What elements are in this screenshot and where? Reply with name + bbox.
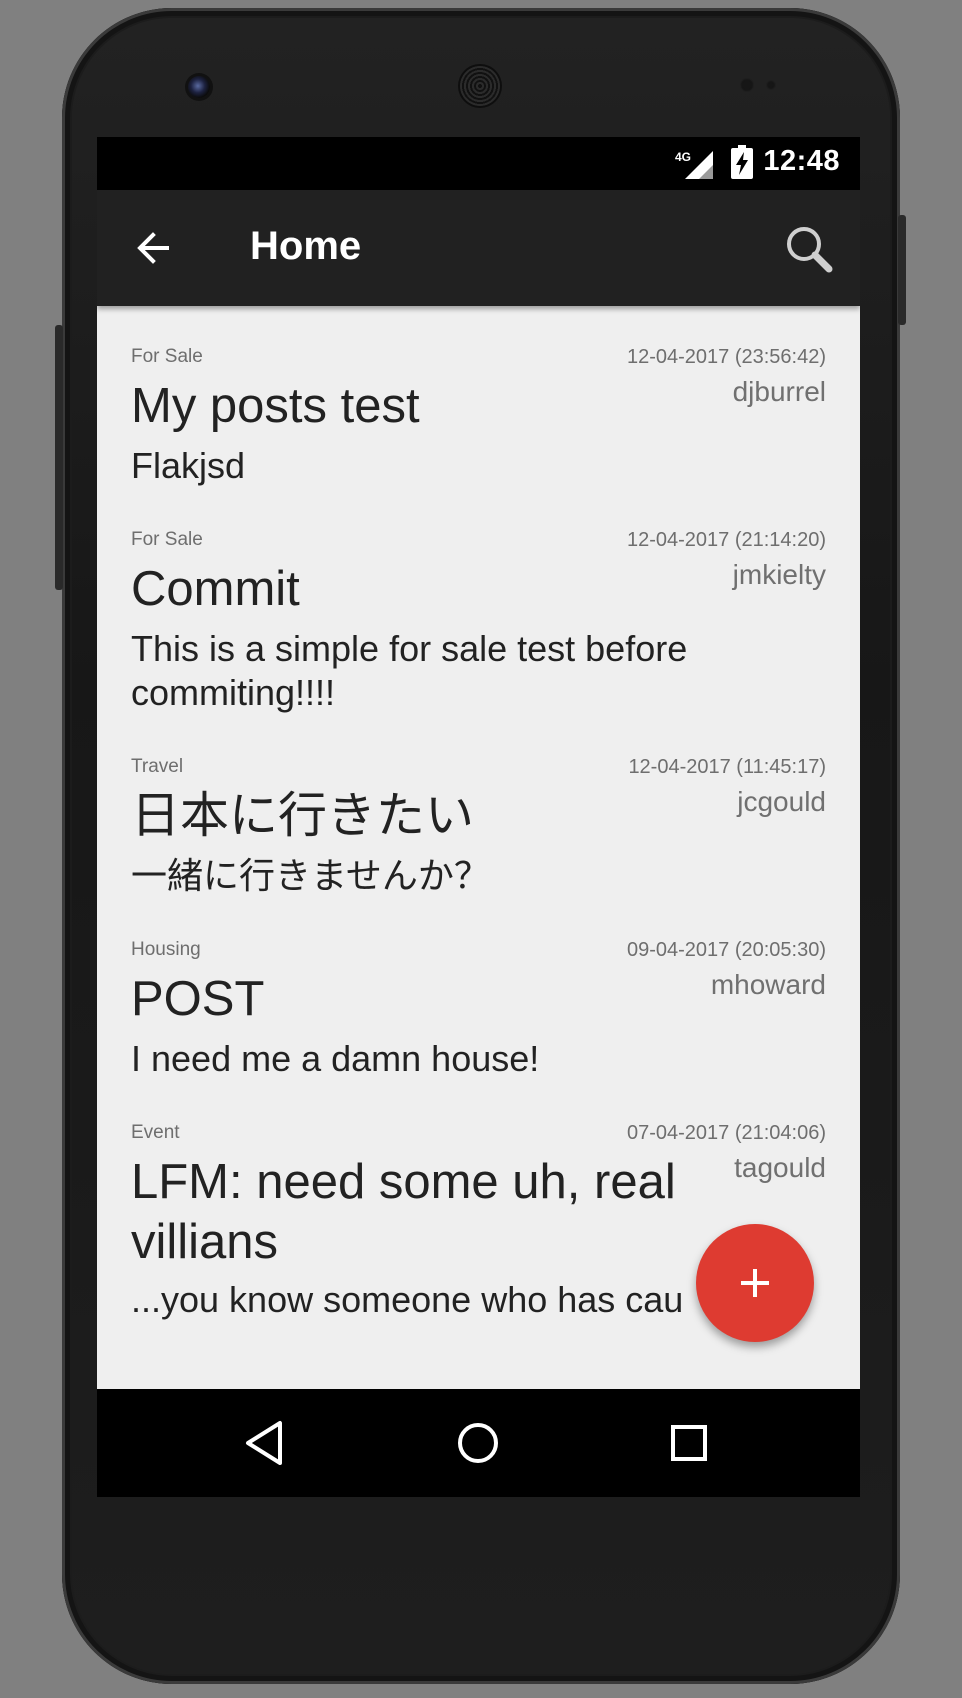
status-bar: 4G 12:48	[97, 137, 860, 190]
post-category: Housing	[131, 939, 201, 960]
phone-side-button	[55, 325, 63, 590]
front-camera	[188, 76, 210, 98]
list-item[interactable]: Housing 09-04-2017 (20:05:30) mhoward PO…	[131, 939, 826, 1109]
nav-back-icon[interactable]	[240, 1417, 292, 1469]
search-icon[interactable]	[784, 224, 834, 274]
system-nav-bar	[97, 1389, 860, 1497]
post-date: 12-04-2017 (21:14:20)	[626, 529, 826, 551]
post-title: 日本に行きたい	[131, 789, 475, 843]
post-user: jcgould	[737, 786, 826, 817]
post-title: Commit	[131, 562, 300, 616]
post-category: For Sale	[131, 346, 203, 367]
proximity-sensor	[740, 78, 754, 92]
post-date: 12-04-2017 (11:45:17)	[628, 756, 826, 778]
earpiece-speaker	[460, 66, 500, 106]
network-type: 4G	[675, 150, 691, 164]
post-user: djburrel	[732, 376, 826, 407]
post-body: This is a simple for sale test before co…	[131, 628, 688, 713]
phone-side-button	[898, 215, 906, 325]
post-body: I need me a damn house!	[131, 1038, 540, 1079]
post-category: Travel	[131, 756, 184, 777]
list-item[interactable]: Travel 12-04-2017 (11:45:17) jcgould 日本に…	[131, 756, 826, 926]
post-category: Event	[131, 1122, 180, 1143]
add-post-button[interactable]	[696, 1224, 814, 1342]
arrow-back-icon[interactable]	[133, 228, 173, 268]
post-title: POST	[131, 972, 265, 1026]
status-time: 12:48	[763, 145, 840, 177]
nav-home-icon[interactable]	[452, 1417, 504, 1469]
light-sensor	[766, 80, 776, 90]
post-body: ...you know someone who has cau	[131, 1279, 684, 1320]
screen: 4G 12:48 Home For Sale 12-04-2017 (23:56…	[97, 137, 860, 1497]
nav-recents-icon[interactable]	[663, 1417, 715, 1469]
post-user: jmkielty	[732, 559, 826, 590]
post-category: For Sale	[131, 529, 203, 550]
page-title: Home	[250, 224, 362, 268]
post-date: 12-04-2017 (23:56:42)	[626, 346, 826, 368]
app-bar: Home	[97, 190, 860, 306]
post-body: 一緒に行きませんか？	[131, 855, 490, 896]
post-body: Flakjsd	[131, 445, 246, 486]
post-date: 09-04-2017 (20:05:30)	[626, 939, 826, 961]
post-date: 07-04-2017 (21:04:06)	[626, 1122, 826, 1144]
post-user: mhoward	[710, 969, 826, 1000]
post-title: LFM: need some uh, real villians	[131, 1155, 676, 1269]
battery-charging-icon	[731, 145, 753, 179]
plus-icon	[741, 1269, 769, 1297]
signal-icon: 4G	[675, 150, 713, 179]
post-user: tagould	[734, 1152, 826, 1183]
post-title: My posts test	[131, 379, 420, 433]
list-item[interactable]: For Sale 12-04-2017 (21:14:20) jmkielty …	[131, 529, 826, 744]
list-item[interactable]: For Sale 12-04-2017 (23:56:42) djburrel …	[131, 346, 826, 516]
